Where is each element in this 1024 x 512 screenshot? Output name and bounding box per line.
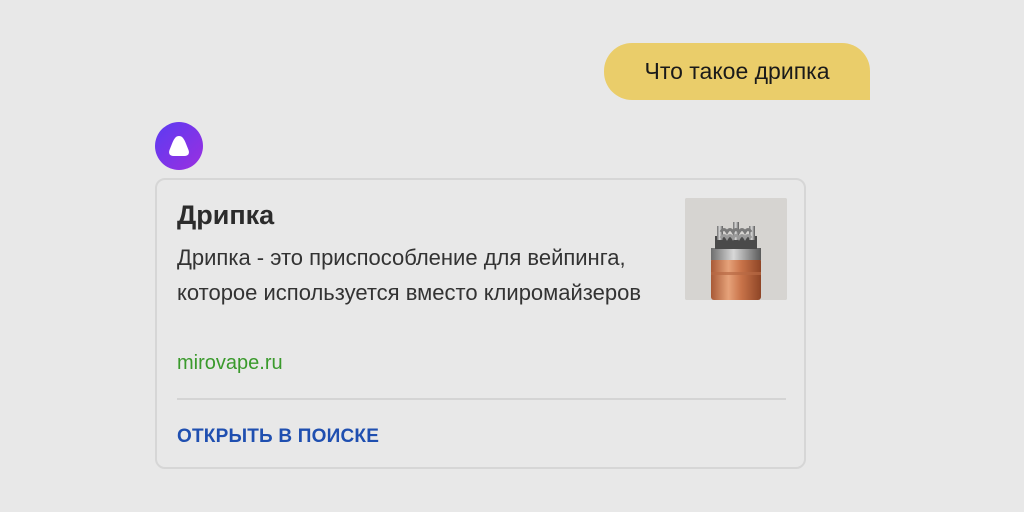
answer-card: Дрипка Дрипка - это приспособление для в… bbox=[155, 178, 806, 469]
user-message-text: Что такое дрипка bbox=[644, 58, 830, 84]
user-message-bubble: Что такое дрипка bbox=[604, 43, 870, 100]
open-in-search-button[interactable]: ОТКРЫТЬ В ПОИСКЕ bbox=[177, 426, 379, 448]
card-description: Дрипка - это приспособление для вейпинга… bbox=[177, 245, 642, 305]
alice-logo-icon bbox=[169, 136, 189, 156]
card-source-link[interactable]: mirovape.ru bbox=[177, 352, 283, 375]
dripper-atomizer-image bbox=[685, 198, 787, 300]
card-thumbnail[interactable] bbox=[685, 198, 787, 300]
card-title: Дрипка bbox=[177, 200, 275, 230]
assistant-avatar bbox=[155, 122, 203, 170]
card-divider bbox=[177, 398, 786, 400]
